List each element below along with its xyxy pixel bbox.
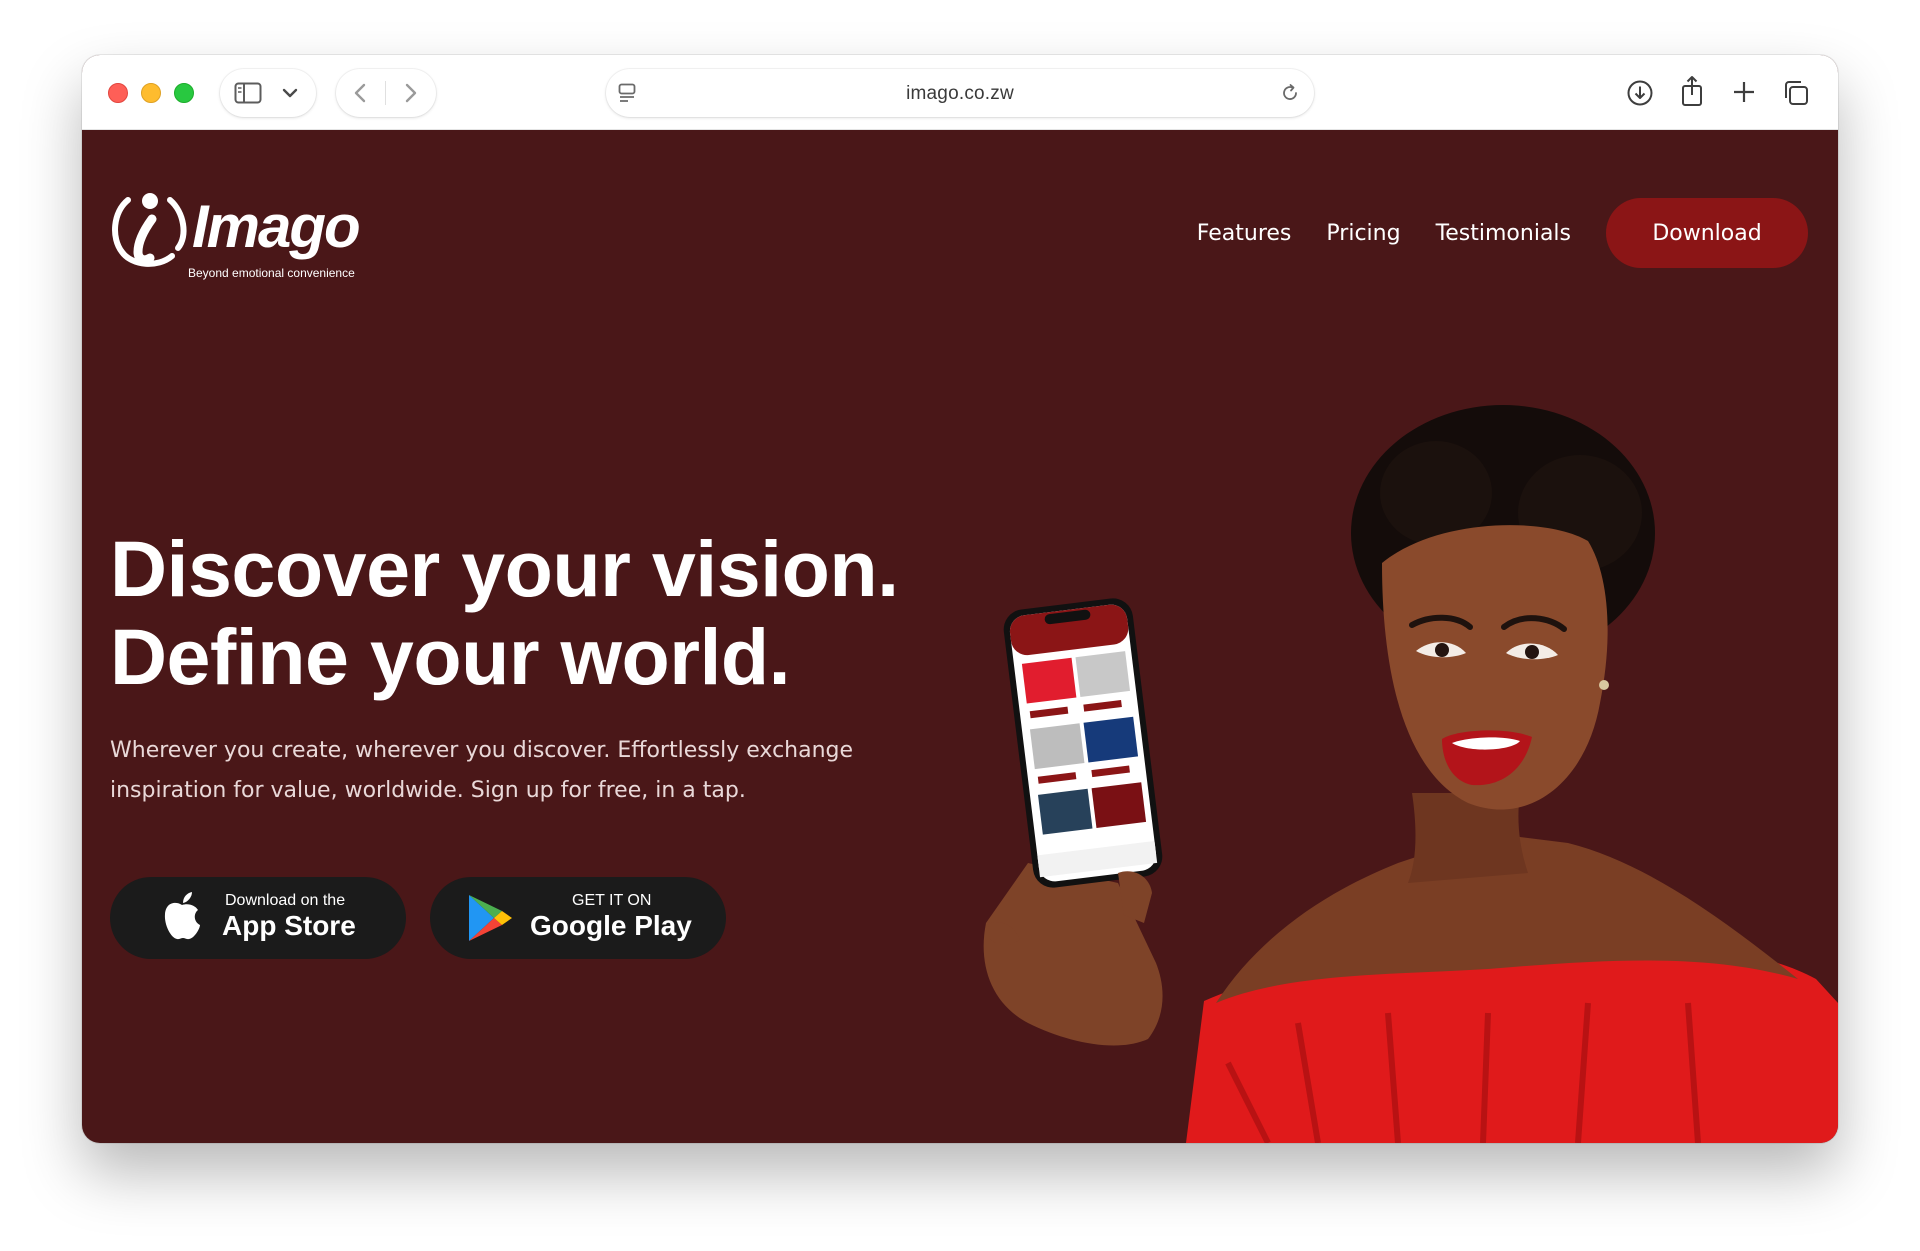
logo-mark-icon [112, 193, 187, 267]
app-store-big-text: App Store [222, 910, 356, 941]
nav-separator [385, 81, 386, 105]
address-bar[interactable]: imago.co.zw [606, 69, 1314, 117]
new-tab-icon[interactable] [1732, 80, 1756, 104]
hero-headline: Discover your vision. Define your world. [110, 525, 1070, 701]
headline-line-2: Define your world. [110, 612, 791, 701]
hero-woman-with-phone-image [983, 405, 1838, 1143]
hero-subtext: Wherever you create, wherever you discov… [110, 738, 854, 803]
tab-overview-icon[interactable] [1782, 79, 1810, 107]
app-store-small-text: Download on the [225, 892, 346, 909]
forward-icon[interactable] [403, 82, 419, 104]
sidebar-toggle-group [220, 69, 316, 117]
headline-line-1: Discover your vision. [110, 524, 899, 613]
landing-page: Imago Beyond emotional convenience Featu… [82, 130, 1838, 1143]
nav-features[interactable]: Features [1197, 221, 1292, 246]
nav-pricing[interactable]: Pricing [1326, 221, 1400, 246]
sidebar-icon[interactable] [234, 82, 262, 104]
back-icon[interactable] [352, 82, 368, 104]
apple-icon [164, 892, 200, 940]
browser-window: imago.co.zw Imago Beyond emotional conve… [82, 55, 1838, 1143]
logo-tagline: Beyond emotional convenience [188, 266, 355, 280]
reload-icon[interactable] [1280, 83, 1300, 103]
browser-toolbar: imago.co.zw [82, 55, 1838, 130]
google-play-big-text: Google Play [530, 910, 692, 941]
google-play-small-text: GET IT ON [572, 892, 652, 909]
top-navigation: Features Pricing Testimonials Download [1197, 198, 1808, 268]
logo[interactable]: Imago Beyond emotional convenience [108, 186, 368, 286]
zoom-window-button[interactable] [174, 83, 194, 103]
logo-wordmark: Imago [192, 193, 361, 260]
google-play-icon [469, 895, 512, 941]
share-icon[interactable] [1679, 75, 1705, 107]
minimize-window-button[interactable] [141, 83, 161, 103]
history-nav-group [336, 69, 436, 117]
download-icon[interactable] [1626, 79, 1654, 107]
google-play-button[interactable]: GET IT ON Google Play [430, 877, 726, 959]
nav-testimonials[interactable]: Testimonials [1436, 221, 1571, 246]
app-store-button[interactable]: Download on the App Store [110, 877, 406, 959]
close-window-button[interactable] [108, 83, 128, 103]
download-button[interactable]: Download [1606, 198, 1808, 268]
chevron-down-icon[interactable] [282, 87, 298, 99]
url-text: imago.co.zw [906, 83, 1014, 104]
